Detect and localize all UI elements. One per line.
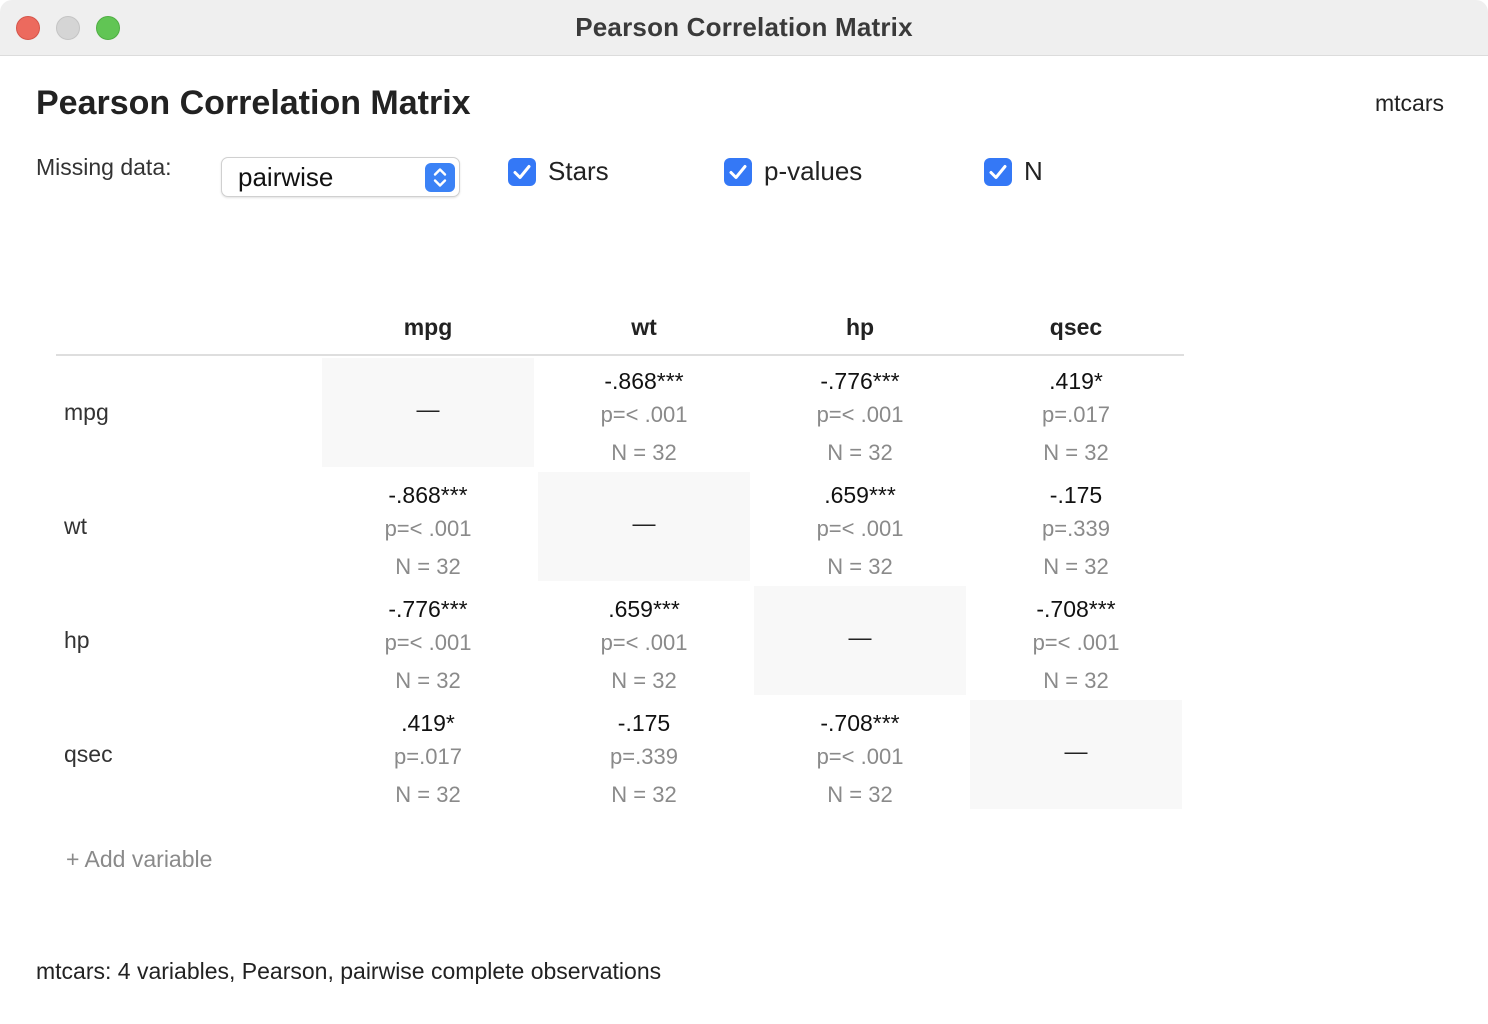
p-value: p=< .001	[816, 516, 904, 541]
sample-size: N = 32	[1043, 668, 1109, 693]
matrix-cell-diagonal: —	[322, 358, 534, 467]
correlation-value: .659***	[608, 596, 680, 622]
missing-data-select-value: pairwise	[238, 162, 334, 192]
p-value: p=< .001	[816, 744, 904, 769]
sample-size: N = 32	[827, 440, 893, 465]
chevron-up-down-icon	[425, 163, 455, 192]
missing-data-select[interactable]: pairwise	[221, 157, 460, 197]
matrix-cell[interactable]: .659*** p=< .001 N = 32	[538, 586, 750, 695]
sample-size: N = 32	[611, 668, 677, 693]
p-value: p=.339	[1042, 516, 1110, 541]
p-value: p=< .001	[384, 516, 472, 541]
stars-label[interactable]: Stars	[548, 156, 609, 187]
matrix-cell[interactable]: -.708*** p=< .001 N = 32	[754, 700, 966, 809]
diagonal-dash: —	[1064, 738, 1088, 764]
correlation-value: .659***	[824, 482, 896, 508]
sample-size: N = 32	[395, 782, 461, 807]
header-divider	[56, 354, 1184, 356]
row-header-wt[interactable]: wt	[64, 513, 87, 540]
sample-size: N = 32	[1043, 554, 1109, 579]
p-value: p=< .001	[816, 402, 904, 427]
p-value: p=.339	[610, 744, 678, 769]
matrix-cell[interactable]: -.776*** p=< .001 N = 32	[322, 586, 534, 695]
correlation-value: -.776***	[820, 368, 900, 394]
correlation-value: .419*	[1049, 368, 1103, 394]
app-window: Pearson Correlation Matrix Pearson Corre…	[0, 0, 1488, 1024]
n-label[interactable]: N	[1024, 156, 1043, 187]
correlation-value: -.175	[1049, 482, 1103, 508]
page-title: Pearson Correlation Matrix	[36, 84, 471, 122]
sample-size: N = 32	[395, 554, 461, 579]
row-header-hp[interactable]: hp	[64, 627, 90, 654]
correlation-value: -.776***	[388, 596, 468, 622]
sample-size: N = 32	[827, 782, 893, 807]
p-value: p=< .001	[600, 402, 688, 427]
matrix-cell[interactable]: .419* p=.017 N = 32	[322, 700, 534, 809]
checkmark-icon	[513, 165, 531, 179]
matrix-cell-diagonal: —	[754, 586, 966, 695]
n-checkbox[interactable]	[984, 158, 1012, 186]
p-value: p=.017	[394, 744, 462, 769]
row-header-qsec[interactable]: qsec	[64, 741, 113, 768]
sample-size: N = 32	[395, 668, 461, 693]
diagonal-dash: —	[848, 624, 872, 650]
sample-size: N = 32	[1043, 440, 1109, 465]
title-bar[interactable]: Pearson Correlation Matrix	[0, 0, 1488, 56]
p-values-checkbox[interactable]	[724, 158, 752, 186]
checkmark-icon	[989, 165, 1007, 179]
row-header-mpg[interactable]: mpg	[64, 399, 109, 426]
column-header-hp[interactable]: hp	[754, 314, 966, 341]
matrix-cell[interactable]: -.175 p=.339 N = 32	[970, 472, 1182, 581]
sample-size: N = 32	[611, 440, 677, 465]
column-header-wt[interactable]: wt	[538, 314, 750, 341]
correlation-value: -.708***	[1036, 596, 1116, 622]
diagonal-dash: —	[416, 396, 440, 422]
correlation-value: .419*	[401, 710, 455, 736]
matrix-cell[interactable]: -.175 p=.339 N = 32	[538, 700, 750, 809]
matrix-cell[interactable]: -.776*** p=< .001 N = 32	[754, 358, 966, 467]
sample-size: N = 32	[827, 554, 893, 579]
correlation-value: -.868***	[388, 482, 468, 508]
p-value: p=< .001	[384, 630, 472, 655]
checkmark-icon	[729, 165, 747, 179]
correlation-value: -.708***	[820, 710, 900, 736]
p-value: p=< .001	[600, 630, 688, 655]
correlation-value: -.175	[617, 710, 671, 736]
add-variable-button[interactable]: + Add variable	[66, 846, 212, 873]
matrix-cell[interactable]: -.868*** p=< .001 N = 32	[322, 472, 534, 581]
dataset-name: mtcars	[1375, 90, 1444, 116]
sample-size: N = 32	[611, 782, 677, 807]
p-value: p=.017	[1042, 402, 1110, 427]
matrix-cell[interactable]: -.708*** p=< .001 N = 32	[970, 586, 1182, 695]
matrix-cell[interactable]: .659*** p=< .001 N = 32	[754, 472, 966, 581]
matrix-cell-diagonal: —	[538, 472, 750, 581]
p-value: p=< .001	[1032, 630, 1120, 655]
matrix-cell[interactable]: .419* p=.017 N = 32	[970, 358, 1182, 467]
matrix-cell-diagonal: —	[970, 700, 1182, 809]
column-header-mpg[interactable]: mpg	[322, 314, 534, 341]
matrix-cell[interactable]: -.868*** p=< .001 N = 32	[538, 358, 750, 467]
column-header-qsec[interactable]: qsec	[970, 314, 1182, 341]
missing-data-label: Missing data:	[36, 154, 172, 180]
window-title: Pearson Correlation Matrix	[575, 12, 913, 42]
p-values-label[interactable]: p-values	[764, 156, 862, 187]
correlation-value: -.868***	[604, 368, 684, 394]
stars-checkbox[interactable]	[508, 158, 536, 186]
status-bar-text: mtcars: 4 variables, Pearson, pairwise c…	[36, 958, 662, 984]
diagonal-dash: —	[632, 510, 656, 536]
